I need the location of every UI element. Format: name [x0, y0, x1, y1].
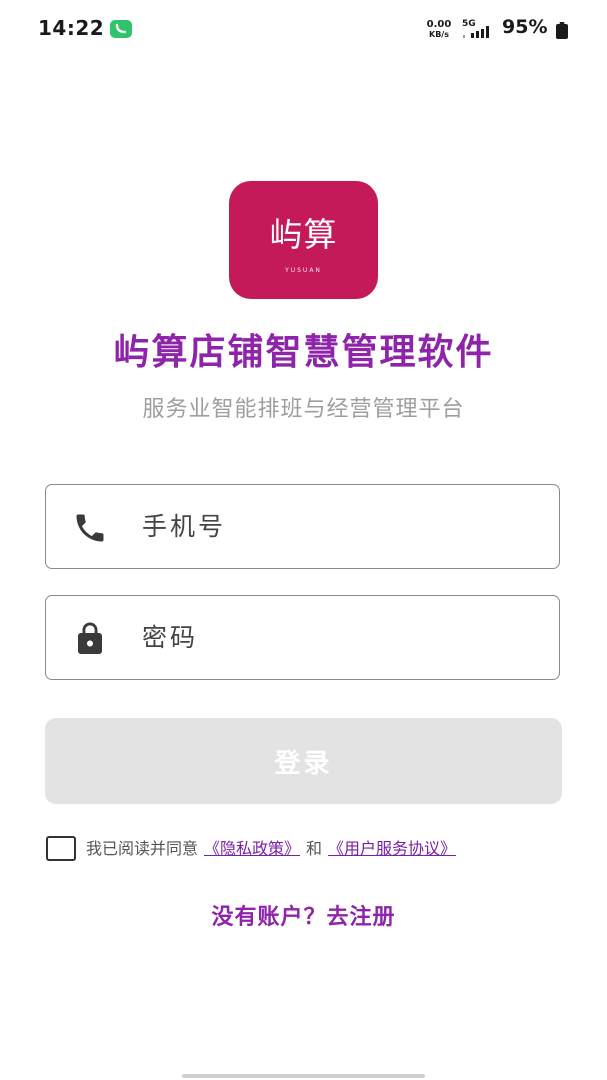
agreement-text: 我已阅读并同意 《隐私政策》和《用户服务协议》 [86, 838, 456, 860]
agreement-row: 我已阅读并同意 《隐私政策》和《用户服务协议》 [46, 834, 576, 864]
register-link[interactable]: 没有账户？去注册 [0, 903, 607, 933]
status-bar: 14:22 0.00 KB/s 5G 95% [0, 0, 607, 62]
app-logo: 屿算 YUSUAN [229, 181, 378, 299]
agreement-checkbox[interactable] [46, 836, 76, 861]
home-indicator[interactable] [182, 1074, 425, 1078]
privacy-policy-link[interactable]: 《隐私政策》 [204, 839, 300, 858]
wechat-notification-icon [110, 20, 132, 38]
network-speed: 0.00 KB/s [423, 20, 455, 40]
battery-percent: 95% [502, 16, 548, 38]
logo-subtext: YUSUAN [285, 267, 322, 274]
phone-field[interactable] [45, 484, 560, 569]
status-time: 14:22 [38, 16, 105, 40]
login-button[interactable]: 登录 [45, 718, 562, 804]
password-field[interactable] [45, 595, 560, 680]
lock-icon [72, 621, 108, 657]
battery-icon [556, 22, 568, 39]
app-title: 屿算店铺智慧管理软件 [113, 332, 494, 373]
app-subtitle: 服务业智能排班与经营管理平台 [142, 397, 465, 422]
agreement-and: 和 [306, 839, 323, 858]
network-speed-unit: KB/s [429, 30, 449, 39]
terms-of-service-link[interactable]: 《用户服务协议》 [328, 839, 456, 858]
signal-icon: 5G [462, 20, 496, 40]
network-speed-value: 0.00 [426, 19, 452, 30]
phone-input[interactable] [142, 503, 532, 549]
logo-text: 屿算 [269, 215, 338, 254]
phone-icon [72, 510, 108, 546]
password-input[interactable] [142, 614, 532, 660]
agreement-prefix: 我已阅读并同意 [86, 839, 199, 858]
